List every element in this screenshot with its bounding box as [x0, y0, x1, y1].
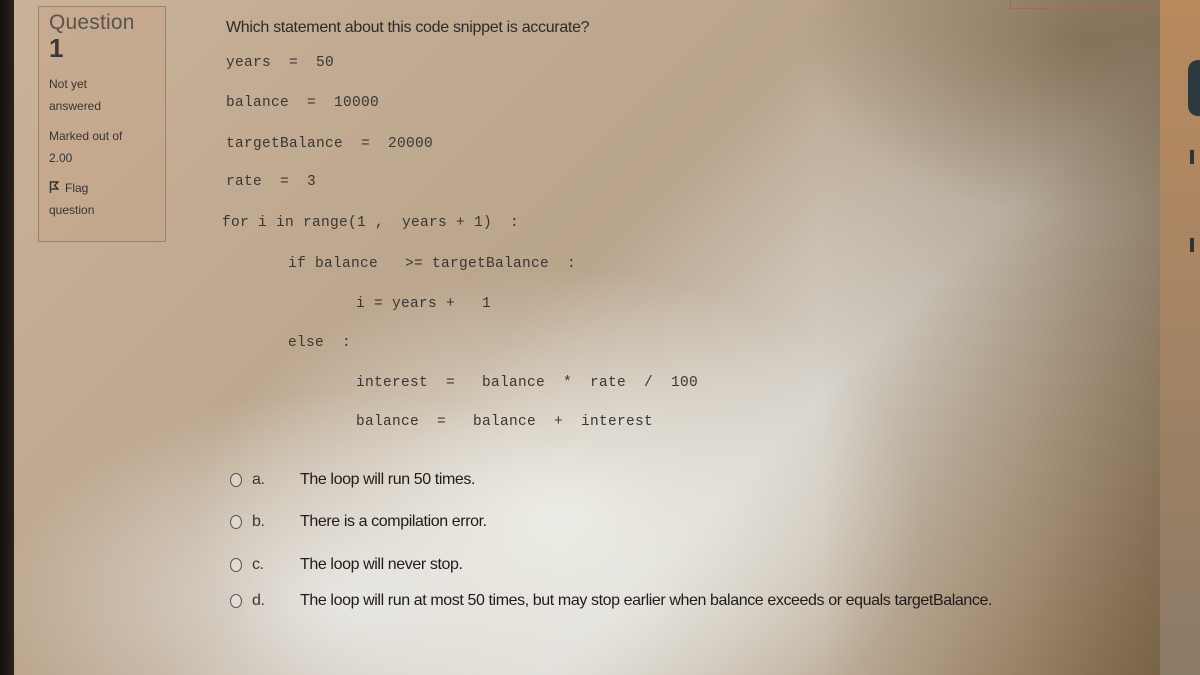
code-line: if balance >= targetBalance :	[288, 256, 577, 272]
photo-shade	[700, 0, 1160, 320]
question-number: 1	[49, 33, 64, 63]
radio-button[interactable]	[230, 558, 242, 572]
top-right-box	[1010, 0, 1160, 9]
grade-line: Marked out of	[49, 129, 123, 143]
answer-option-a[interactable]: a. The loop will run 50 times.	[230, 471, 475, 489]
flag-label-line2: question	[49, 203, 95, 217]
screen-bezel-left	[0, 0, 14, 675]
answer-option-b[interactable]: b. There is a compilation error.	[230, 513, 487, 531]
flag-label: Flag	[65, 181, 89, 195]
option-letter: b.	[252, 513, 265, 530]
option-letter: d.	[252, 592, 265, 609]
state-line: answered	[49, 99, 102, 113]
photo-shade-right	[820, 0, 1160, 675]
code-line: balance = balance + interest	[356, 414, 654, 430]
grade-value: 2.00	[49, 151, 73, 165]
code-line: years = 50	[226, 55, 335, 71]
option-letter: a.	[252, 471, 265, 488]
question-grade: Marked out of 2.00	[49, 125, 165, 169]
code-line: i = years + 1	[356, 296, 492, 312]
answer-option-d[interactable]: d. The loop will run at most 50 times, b…	[230, 592, 992, 610]
radio-button[interactable]	[230, 473, 242, 487]
option-text: There is a compilation error.	[300, 513, 487, 530]
divider	[1190, 150, 1194, 164]
right-panel-edge	[1160, 0, 1200, 675]
question-info-panel: Question 1 Not yet answered Marked out o…	[38, 6, 166, 242]
flag-question-link[interactable]: Flag question	[49, 177, 165, 221]
radio-button[interactable]	[230, 515, 242, 529]
nav-block-icon	[1188, 60, 1200, 116]
code-line: targetBalance = 20000	[226, 136, 434, 152]
state-line: Not yet	[49, 77, 88, 91]
radio-button[interactable]	[230, 594, 242, 608]
answer-option-c[interactable]: c. The loop will never stop.	[230, 556, 463, 574]
option-text: The loop will never stop.	[300, 556, 463, 573]
option-text: The loop will run 50 times.	[300, 471, 476, 488]
code-line: else :	[288, 335, 352, 351]
question-prompt: Which statement about this code snippet …	[226, 19, 590, 36]
option-letter: c.	[252, 556, 264, 573]
code-line: balance = 10000	[226, 95, 380, 111]
question-state: Not yet answered	[49, 73, 165, 117]
code-line: interest = balance * rate / 100	[356, 375, 699, 391]
question-label: Question	[49, 11, 135, 34]
divider	[1190, 238, 1194, 252]
code-line: for i in range(1 , years + 1) :	[222, 215, 520, 231]
code-line: rate = 3	[226, 174, 317, 190]
option-text: The loop will run at most 50 times, but …	[300, 592, 993, 609]
flag-icon	[49, 181, 59, 193]
